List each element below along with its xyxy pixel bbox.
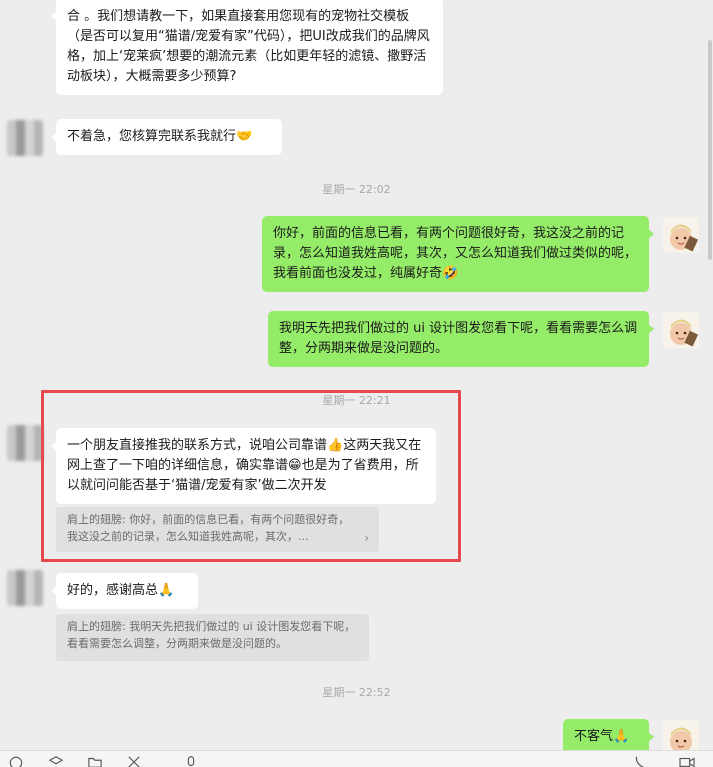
message-text: 不客气 xyxy=(574,729,614,744)
input-toolbar xyxy=(0,750,713,767)
message-text: 好的，感谢高总 xyxy=(67,583,159,598)
my-avatar[interactable] xyxy=(663,312,699,348)
chat-area[interactable]: 合 。我们想请教一下，如果直接套用您现有的宠物社交模板（是否可以复用“猫谱/宠爱… xyxy=(0,0,713,750)
my-avatar[interactable] xyxy=(663,720,699,750)
timestamp: 星期一 22:52 xyxy=(322,686,391,699)
call-icon[interactable] xyxy=(632,754,650,767)
message-outgoing[interactable]: 我明天先把我们做过的 ui 设计图发您看下呢，看看需要怎么调整，分两期来做是没问… xyxy=(268,311,654,367)
contact-avatar[interactable] xyxy=(7,425,43,461)
quoted-message[interactable]: 肩上的翅膀: 我明天先把我们做过的 ui 设计图发您看下呢，看看需要怎么调整，分… xyxy=(56,614,369,661)
laughing-emoji: 🤣 xyxy=(442,266,459,281)
folder-icon[interactable] xyxy=(86,754,104,767)
handshake-emoji: 🤝 xyxy=(236,129,253,144)
baby-avatar-icon xyxy=(670,727,692,750)
message-text: 不着急，您核算完联系我就行 xyxy=(67,129,237,144)
screenshot-icon[interactable] xyxy=(125,754,143,767)
highlight-box xyxy=(41,390,461,562)
contact-avatar[interactable] xyxy=(7,570,43,606)
message-text: 我明天先把我们做过的 ui 设计图发您看下呢，看看需要怎么调整，分两期来做是没问… xyxy=(279,321,638,356)
message-outgoing[interactable]: 不客气🙏 xyxy=(563,719,654,750)
pray-emoji: 🙏 xyxy=(613,729,630,744)
scrollbar-thumb[interactable] xyxy=(708,40,712,260)
emoji-icon[interactable] xyxy=(8,754,26,767)
message-incoming[interactable]: 合 。我们想请教一下，如果直接套用您现有的宠物社交模板（是否可以复用“猫谱/宠爱… xyxy=(51,0,443,95)
contact-avatar[interactable] xyxy=(7,120,43,156)
message-incoming[interactable]: 不着急，您核算完联系我就行🤝 xyxy=(51,119,282,155)
scrollbar[interactable] xyxy=(707,0,713,750)
message-incoming[interactable]: 好的，感谢高总🙏 xyxy=(51,573,198,609)
pray-emoji: 🙏 xyxy=(158,583,175,598)
timestamp: 星期一 22:02 xyxy=(322,183,391,196)
baby-avatar-icon xyxy=(670,319,699,347)
quote-text: 肩上的翅膀: 我明天先把我们做过的 ui 设计图发您看下呢，看看需要怎么调整，分… xyxy=(67,620,356,650)
favorites-icon[interactable] xyxy=(47,754,65,767)
message-text: 合 。我们想请教一下，如果直接套用您现有的宠物社交模板（是否可以复用“猫谱/宠爱… xyxy=(67,9,430,84)
mic-icon[interactable] xyxy=(184,754,202,767)
baby-avatar-icon xyxy=(670,224,699,252)
video-icon[interactable] xyxy=(677,754,695,767)
message-outgoing[interactable]: 你好，前面的信息已看，有两个问题很好奇，我这没之前的记录，怎么知道我姓高呢，其次… xyxy=(262,216,654,292)
my-avatar[interactable] xyxy=(663,217,699,253)
